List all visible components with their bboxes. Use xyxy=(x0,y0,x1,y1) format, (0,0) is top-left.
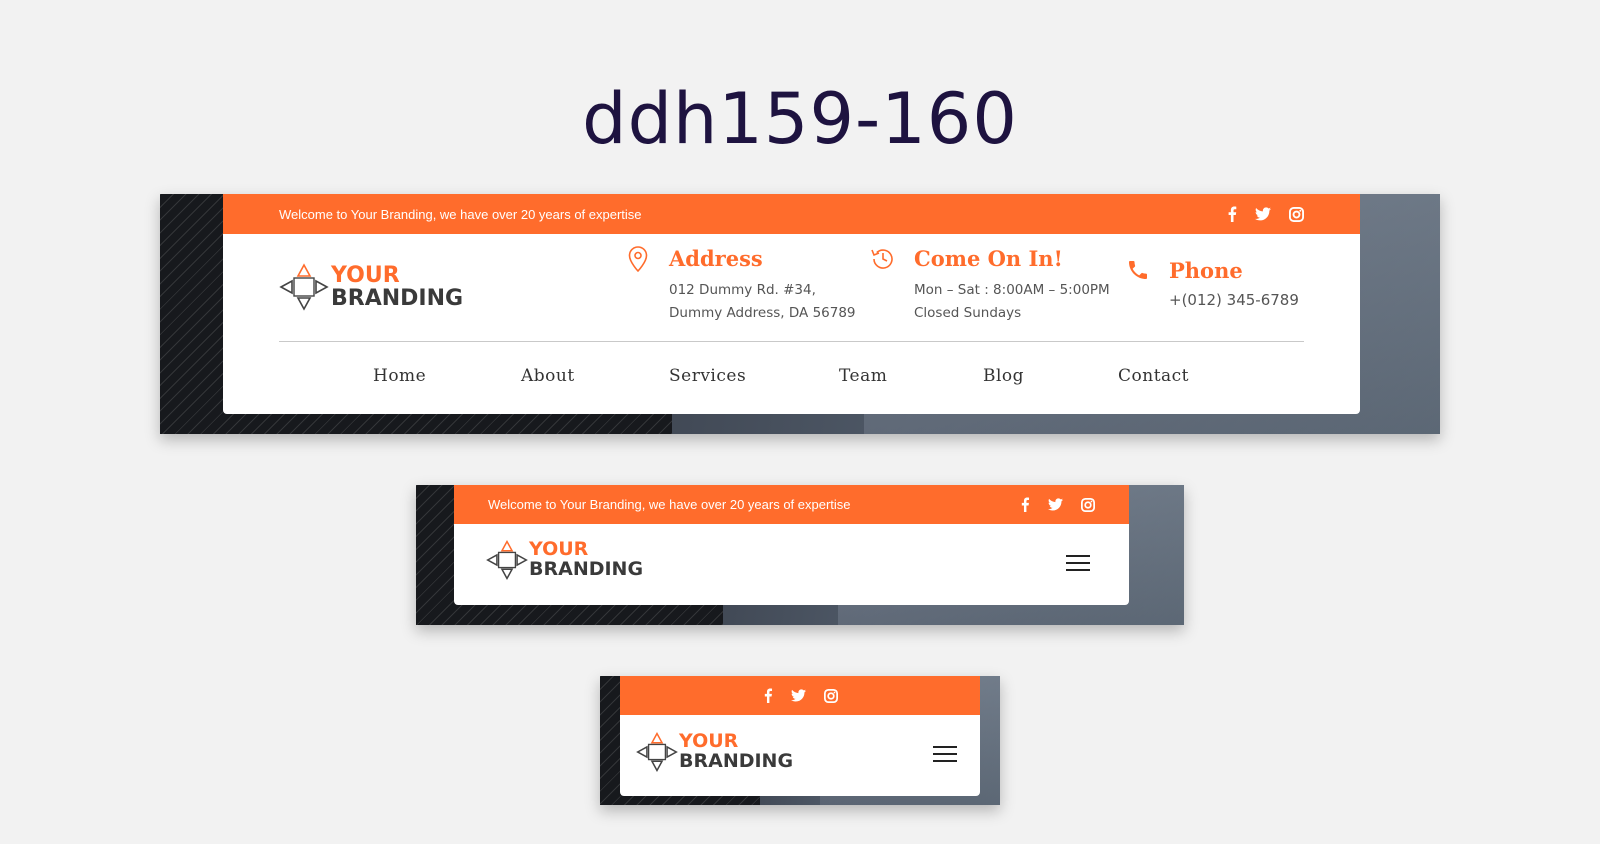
social-links xyxy=(763,688,838,703)
hours-block: Come On In! Mon – Sat : 8:00AM – 5:00PM … xyxy=(868,246,1110,325)
nav-item-about[interactable]: About xyxy=(521,366,575,386)
top-bar xyxy=(620,676,980,715)
logo-mark-icon xyxy=(486,539,528,581)
header-main: YOUR BRANDING Address 012 Dummy Rd. #34,… xyxy=(223,234,1360,345)
page-title: ddh159-160 xyxy=(582,78,1018,160)
facebook-icon[interactable] xyxy=(1020,497,1030,512)
header-preview-large: Welcome to Your Branding, we have over 2… xyxy=(160,194,1440,434)
top-bar: Welcome to Your Branding, we have over 2… xyxy=(223,194,1360,234)
nav-item-services[interactable]: Services xyxy=(669,366,746,386)
nav-item-home[interactable]: Home xyxy=(373,366,426,386)
header-card-medium: Welcome to Your Branding, we have over 2… xyxy=(454,485,1129,605)
header-card-small: YOUR BRANDING xyxy=(620,676,980,796)
nav-item-contact[interactable]: Contact xyxy=(1118,366,1189,386)
address-block: Address 012 Dummy Rd. #34, Dummy Address… xyxy=(623,246,856,325)
address-line1: 012 Dummy Rd. #34, xyxy=(669,282,816,298)
logo-text-line1: YOUR xyxy=(331,262,400,288)
twitter-icon[interactable] xyxy=(1255,207,1271,221)
logo-mark-icon xyxy=(279,263,329,311)
welcome-text: Welcome to Your Branding, we have over 2… xyxy=(279,206,642,222)
welcome-text: Welcome to Your Branding, we have over 2… xyxy=(488,497,851,512)
phone-title: Phone xyxy=(1169,258,1243,283)
phone-block: Phone +(012) 345-6789 xyxy=(1123,258,1299,312)
logo-text-line1: YOUR xyxy=(679,730,739,753)
social-links xyxy=(1020,497,1095,512)
twitter-icon[interactable] xyxy=(790,689,806,702)
header-preview-medium: Welcome to Your Branding, we have over 2… xyxy=(416,485,1184,625)
logo[interactable]: YOUR BRANDING xyxy=(636,731,793,773)
logo[interactable]: YOUR BRANDING xyxy=(279,262,463,312)
phone-icon xyxy=(1123,258,1153,312)
map-pin-icon xyxy=(623,246,653,325)
hours-line2: Closed Sundays xyxy=(914,305,1022,321)
logo-text-line2: BRANDING xyxy=(679,750,794,772)
header-preview-small: YOUR BRANDING xyxy=(600,676,1000,805)
twitter-icon[interactable] xyxy=(1048,498,1063,511)
main-nav: Home About Services Team Blog Contact xyxy=(223,342,1360,409)
logo-mark-icon xyxy=(636,731,678,773)
instagram-icon[interactable] xyxy=(1289,206,1304,222)
hours-title: Come On In! xyxy=(914,246,1063,271)
logo-text-line2: BRANDING xyxy=(529,558,644,580)
menu-hamburger-icon[interactable] xyxy=(933,746,957,762)
phone-number[interactable]: +(012) 345-6789 xyxy=(1169,289,1299,312)
facebook-icon[interactable] xyxy=(1227,206,1237,222)
logo-text-line2: BRANDING xyxy=(331,286,464,311)
address-title: Address xyxy=(669,246,763,271)
header-card-large: Welcome to Your Branding, we have over 2… xyxy=(223,194,1360,414)
facebook-icon[interactable] xyxy=(763,688,773,703)
social-links xyxy=(1227,206,1304,222)
instagram-icon[interactable] xyxy=(823,688,838,703)
nav-item-blog[interactable]: Blog xyxy=(983,366,1024,386)
clock-history-icon xyxy=(868,246,898,325)
menu-hamburger-icon[interactable] xyxy=(1066,555,1090,571)
address-line2: Dummy Address, DA 56789 xyxy=(669,305,856,321)
hours-line1: Mon – Sat : 8:00AM – 5:00PM xyxy=(914,282,1110,298)
instagram-icon[interactable] xyxy=(1081,497,1095,512)
top-bar: Welcome to Your Branding, we have over 2… xyxy=(454,485,1129,524)
logo[interactable]: YOUR BRANDING xyxy=(486,539,643,581)
logo-text-line1: YOUR xyxy=(529,538,589,561)
nav-item-team[interactable]: Team xyxy=(839,366,887,386)
